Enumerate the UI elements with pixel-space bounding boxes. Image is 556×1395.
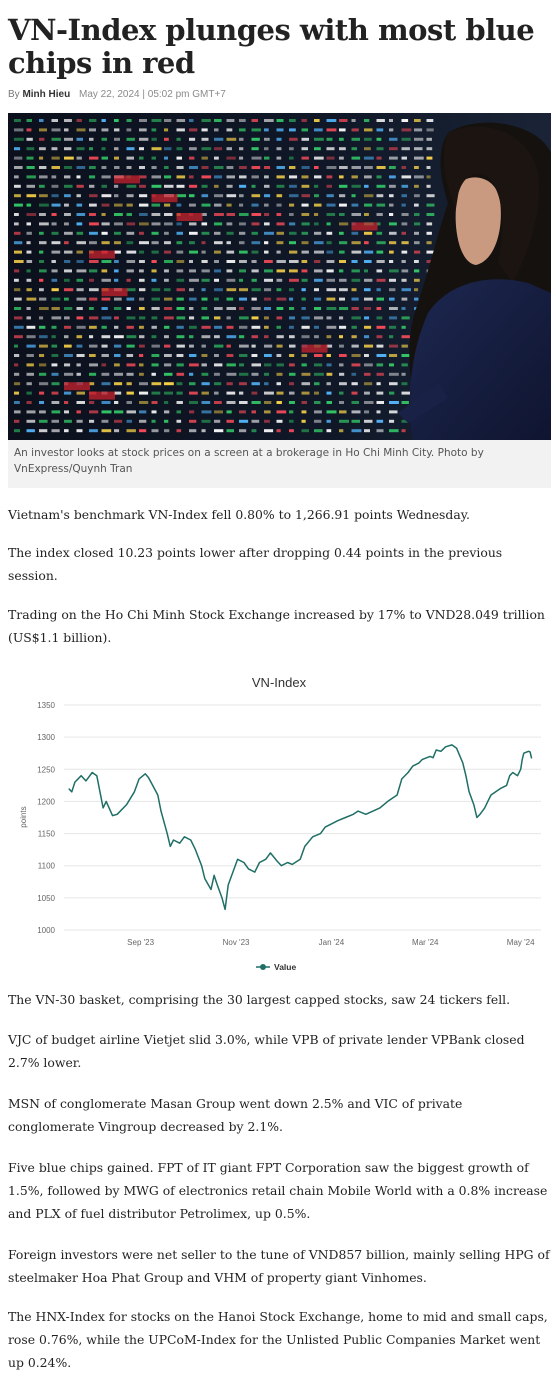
article-photo[interactable] <box>8 113 551 440</box>
y-tick-label: 1250 <box>37 765 55 774</box>
article-title: VN-Index plunges with most blue chips in… <box>8 13 535 80</box>
chart-grid <box>64 704 541 931</box>
x-tick-label: Sep '23 <box>127 938 154 947</box>
article-byline: By Minh Hieu May 22, 2024 | 05:02 pm GMT… <box>8 89 548 101</box>
chart-title: VN-Index <box>252 675 307 690</box>
paragraph-8: Foreign investors were net seller to the… <box>8 1247 550 1285</box>
paragraph-5: VJC of budget airline Vietjet slid 3.0%,… <box>8 1032 525 1070</box>
photo-caption: An investor looks at stock prices on a s… <box>8 440 551 488</box>
x-tick-label: Nov '23 <box>223 938 250 947</box>
chart-svg: VN-Index 1000 1050 1100 1150 1200 1250 1300 135… <box>19 675 541 972</box>
y-axis: 1000 1050 1100 1150 1200 1250 1300 1350 <box>37 701 55 935</box>
author-link[interactable]: Minh Hieu <box>22 89 70 100</box>
legend-label: Value <box>274 962 296 972</box>
y-tick-label: 1100 <box>38 862 56 871</box>
y-axis-label: points <box>19 806 28 827</box>
paragraph-6: MSN of conglomerate Masan Group went dow… <box>8 1096 463 1134</box>
paragraph-1: Vietnam's benchmark VN-Index fell 0.80% … <box>8 507 470 522</box>
y-tick-label: 1000 <box>37 926 55 935</box>
paragraph-3: Trading on the Ho Chi Minh Stock Exchang… <box>8 607 545 645</box>
stock-screen-photo <box>8 113 551 440</box>
paragraph-4: The VN-30 basket, comprising the 30 larg… <box>8 992 511 1007</box>
chart-legend[interactable]: Value <box>256 962 296 972</box>
paragraph-9: The HNX-Index for stocks on the Hanoi St… <box>8 1309 548 1370</box>
y-tick-label: 1350 <box>37 701 55 710</box>
y-tick-label: 1200 <box>37 797 55 806</box>
article-page: VN-Index plunges with most blue chips in… <box>0 0 556 1395</box>
x-axis: Sep '23 Nov '23 Jan '24 Mar '24 May '24 <box>127 938 535 947</box>
x-tick-label: Jan '24 <box>319 938 345 947</box>
x-tick-label: May '24 <box>507 938 535 947</box>
byline-prefix: By <box>8 89 20 100</box>
vn-index-chart: VN-Index 1000 1050 1100 1150 1200 1250 1300 135… <box>8 660 551 980</box>
legend-swatch-dot <box>260 964 266 970</box>
x-tick-label: Mar '24 <box>412 938 439 947</box>
y-tick-label: 1050 <box>37 894 55 903</box>
paragraph-2: The index closed 10.23 points lower afte… <box>8 545 503 583</box>
publish-date: May 22, 2024 | 05:02 pm GMT+7 <box>79 89 226 100</box>
paragraph-7: Five blue chips gained. FPT of IT giant … <box>8 1160 548 1221</box>
y-tick-label: 1300 <box>37 733 55 742</box>
y-tick-label: 1150 <box>38 830 56 839</box>
